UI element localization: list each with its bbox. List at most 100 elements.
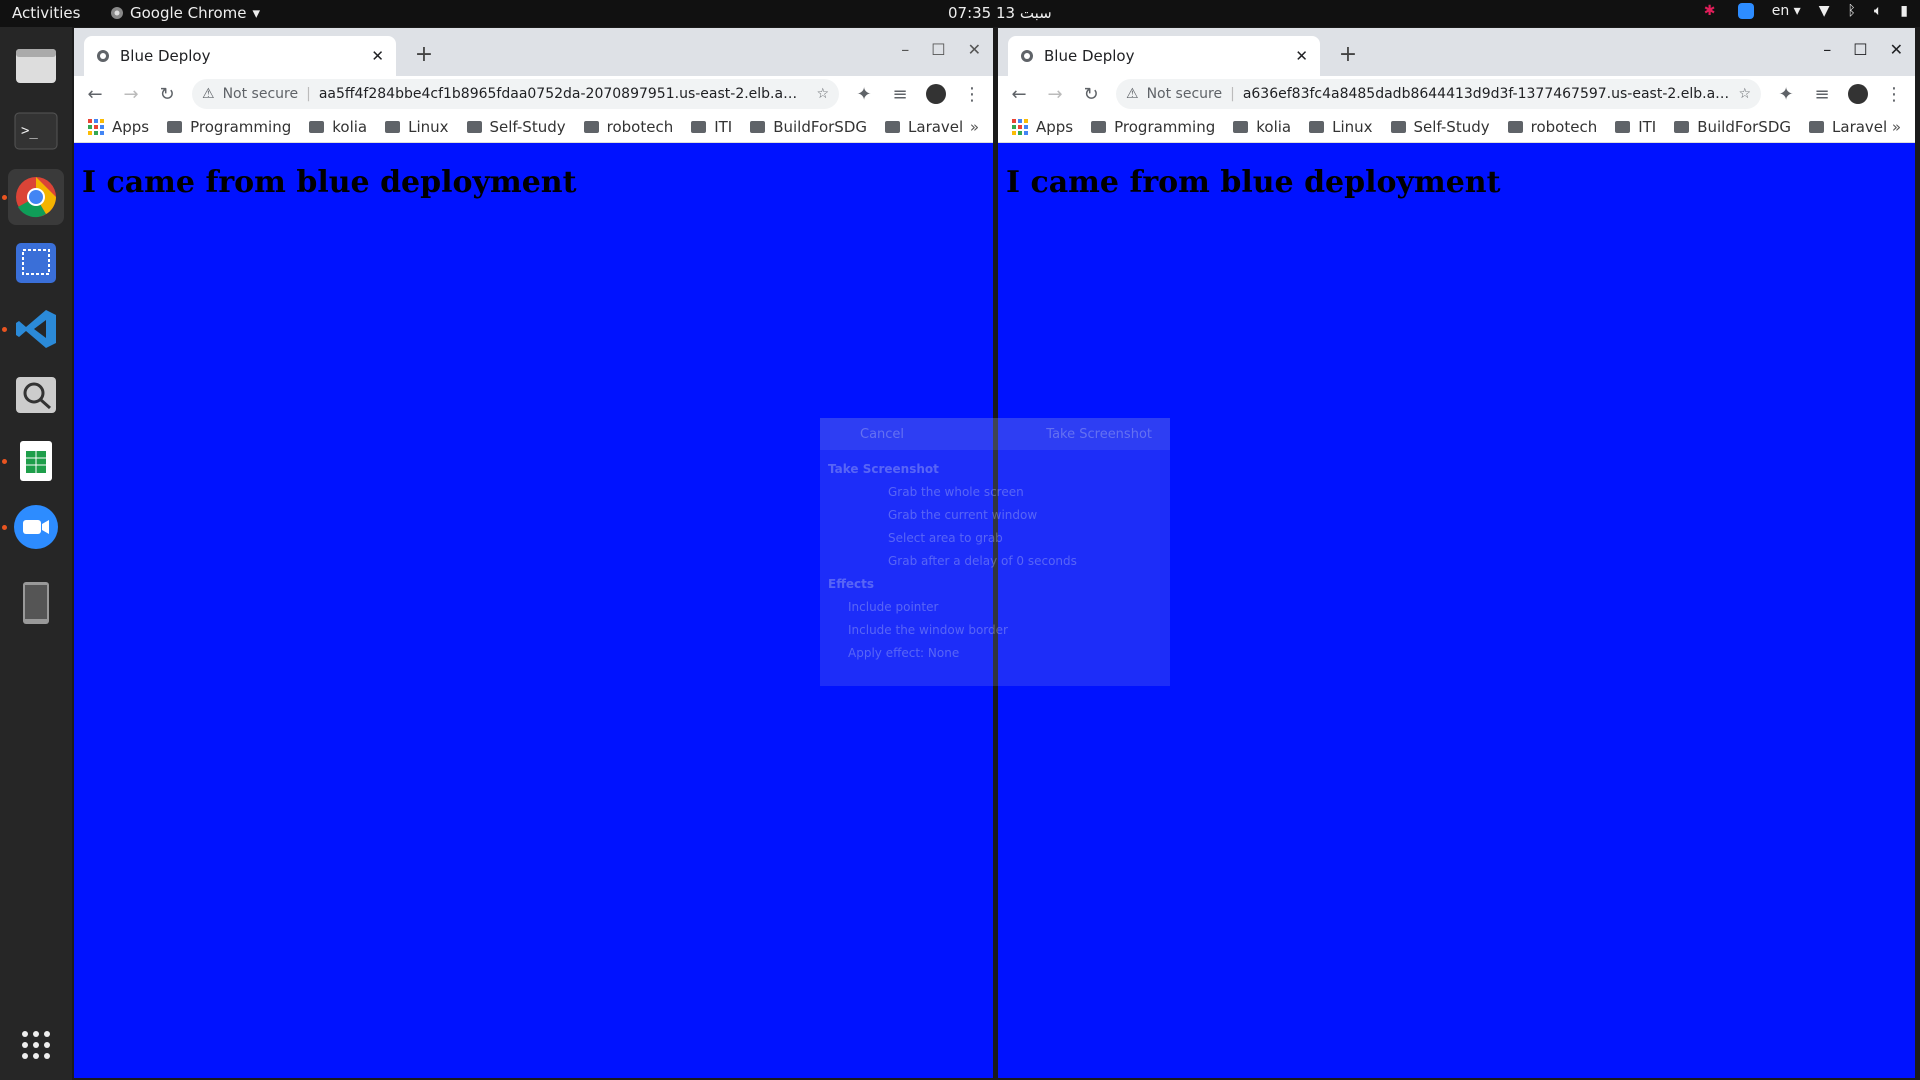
bookmark-apps[interactable]: Apps [88,118,149,136]
bookmark-folder[interactable]: ITI [1615,118,1656,136]
option-whole-screen[interactable]: Grab the whole screen [888,481,1162,504]
grid-icon[interactable] [8,1017,64,1073]
zoom-icon[interactable] [2,499,64,555]
address-bar[interactable]: ⚠ Not secure | aa5ff4f284bbe4cf1b8965fda… [192,79,839,109]
star-icon[interactable]: ☆ [1738,86,1751,102]
volume-icon[interactable]: 🔈︎ [1874,3,1882,19]
bookmark-folder[interactable]: BuildForSDG [750,118,867,136]
tab-title: Blue Deploy [1044,47,1135,65]
bookmark-folder[interactable]: Programming [1091,118,1215,136]
bookmarks-bar: Apps Programming kolia Linux Self-Study … [998,112,1915,143]
avatar[interactable] [1847,83,1869,105]
close-icon[interactable]: ✕ [1890,40,1903,59]
app-menu[interactable]: Google Chrome ▾ [110,4,260,22]
new-tab-button[interactable]: + [1334,40,1362,68]
bookmark-folder[interactable]: robotech [583,118,674,136]
folder-icon [750,121,766,133]
battery-icon[interactable]: ▮ [1900,3,1908,19]
bookmark-label: kolia [332,118,368,136]
spreadsheet-icon[interactable] [2,433,64,489]
folder-icon [466,121,482,133]
forward-icon[interactable]: → [120,83,142,105]
minimize-icon[interactable]: – [901,40,909,59]
reload-icon[interactable]: ↻ [1080,83,1102,105]
bookmark-folder[interactable]: ITI [691,118,732,136]
apps-icon [88,119,104,135]
bookmarks-overflow-icon[interactable]: » [1892,118,1901,136]
bookmark-label: Apps [1036,118,1074,136]
extensions-icon[interactable]: ✦ [1775,83,1797,105]
tablet-icon[interactable] [8,575,64,631]
vscode-icon[interactable] [2,301,64,357]
reload-icon[interactable]: ↻ [156,83,178,105]
minimize-icon[interactable]: – [1823,40,1831,59]
delay-input[interactable]: 0 [1016,554,1024,568]
take-screenshot-button[interactable]: Take Screenshot [1046,427,1152,442]
window-controls: – ☐ ✕ [1823,40,1903,59]
menu-icon[interactable]: ⋮ [1883,83,1905,105]
media-icon[interactable]: ≡ [889,83,911,105]
divider: | [306,86,311,102]
system-tray[interactable]: ✱ en ▾ ▼ ᛒ 🔈︎ ▮ [1704,3,1908,19]
window-controls: – ☐ ✕ [901,40,981,59]
zoom-tray-icon[interactable] [1737,3,1754,19]
magnifier-icon[interactable] [8,367,64,423]
option-current-window[interactable]: Grab the current window [888,504,1162,527]
bookmark-folder[interactable]: Programming [167,118,291,136]
include-pointer-checkbox[interactable]: Include pointer [848,596,1162,619]
tab-blue-deploy[interactable]: Blue Deploy ✕ [84,36,396,76]
bookmark-folder[interactable]: Laravel [1809,118,1887,136]
extensions-icon[interactable]: ✦ [853,83,875,105]
address-bar[interactable]: ⚠ Not secure | a636ef83fc4a8485dadb86444… [1116,79,1761,109]
bookmark-folder[interactable]: kolia [309,118,367,136]
toolbar: ← → ↻ ⚠ Not secure | a636ef83fc4a8485dad… [998,76,1915,112]
bookmark-folder[interactable]: Laravel [885,118,963,136]
new-tab-button[interactable]: + [410,40,438,68]
apply-effect-select[interactable]: None [928,646,959,660]
folder-icon [309,121,325,133]
cancel-button[interactable]: Cancel [860,427,904,442]
wifi-icon[interactable]: ▼ [1819,3,1830,19]
include-border-checkbox[interactable]: Include the window border [848,619,1162,642]
tab-blue-deploy[interactable]: Blue Deploy ✕ [1008,36,1320,76]
tab-strip: Blue Deploy ✕ + – ☐ ✕ [998,28,1915,76]
activities-button[interactable]: Activities [12,4,80,22]
bookmark-folder[interactable]: Self-Study [466,118,566,136]
bookmark-apps[interactable]: Apps [1012,118,1073,136]
bookmark-label: Self-Study [1413,118,1490,136]
back-icon[interactable]: ← [1008,83,1030,105]
not-secure-label: Not secure [1146,86,1223,102]
files-icon[interactable] [8,37,64,93]
maximize-icon[interactable]: ☐ [1853,40,1867,59]
chrome-icon[interactable] [2,169,64,225]
bookmarks-overflow-icon[interactable]: » [970,118,979,136]
forward-icon[interactable]: → [1044,83,1066,105]
bookmark-folder[interactable]: Linux [385,118,449,136]
close-icon[interactable]: ✕ [968,40,981,59]
bookmark-folder[interactable]: Linux [1309,118,1373,136]
bookmark-folder[interactable]: Self-Study [1390,118,1490,136]
bookmark-folder[interactable]: kolia [1233,118,1291,136]
apply-effect-label: Apply effect: [848,646,925,660]
bookmark-label: robotech [606,118,674,136]
back-icon[interactable]: ← [84,83,106,105]
star-icon[interactable]: ☆ [816,86,829,102]
clock[interactable]: 07:35 13 سبت [948,4,1052,22]
bookmark-folder[interactable]: robotech [1507,118,1597,136]
maximize-icon[interactable]: ☐ [931,40,945,59]
media-icon[interactable]: ≡ [1811,83,1833,105]
close-tab-icon[interactable]: ✕ [371,47,384,65]
language-selector[interactable]: en ▾ [1772,3,1801,19]
folder-icon [691,121,707,133]
avatar[interactable] [925,83,947,105]
bookmark-folder[interactable]: BuildForSDG [1674,118,1791,136]
language-label: en [1771,3,1790,19]
menu-icon[interactable]: ⋮ [961,83,983,105]
bluetooth-icon[interactable]: ᛒ [1847,3,1855,19]
terminal-icon[interactable]: >_ [8,103,64,159]
screenshot-icon[interactable] [8,235,64,291]
folder-icon [1309,121,1325,133]
close-tab-icon[interactable]: ✕ [1295,47,1308,65]
slack-icon[interactable]: ✱ [1704,3,1720,19]
option-select-area[interactable]: Select area to grab [888,527,1162,550]
